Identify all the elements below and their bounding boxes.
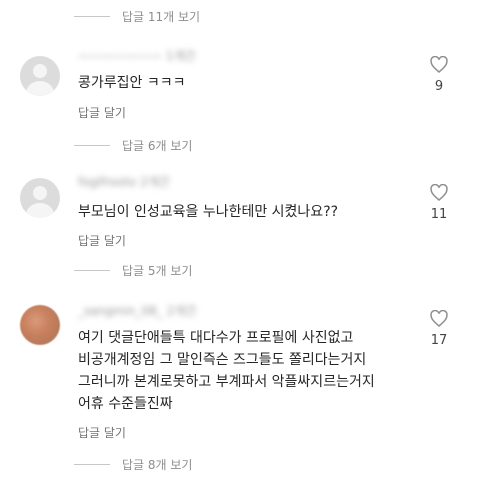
view-replies-label: 답글 6개 보기 [122,138,193,153]
reply-button[interactable]: 답글 달기 [78,424,126,441]
username[interactable]: ——————— 1개간 [78,47,196,63]
view-replies-label: 답글 5개 보기 [122,263,193,278]
replies-divider [74,463,110,465]
heart-icon [430,184,448,201]
comment-text: 여기 댓글단애들특 대다수가 프로필에 사진없고 비공개계정임 그 말인즉슨 즈… [78,330,375,412]
like-button[interactable]: 9 [424,56,454,94]
view-replies-button[interactable]: 답글 6개 보기 [74,135,192,155]
replies-divider [74,15,110,17]
heart-icon [430,56,448,73]
username[interactable]: _sangmin_08_ 2개간 [78,302,196,318]
reply-button[interactable]: 답글 달기 [78,104,126,121]
like-button[interactable]: 11 [424,184,454,222]
view-replies-label: 답글 11개 보기 [122,9,201,24]
like-count: 11 [430,207,448,222]
avatar[interactable] [20,305,60,345]
comment-text: 부모님이 인성교육을 누나한테만 시켰나요?? [78,204,339,220]
view-replies-label: 답글 8개 보기 [122,457,193,472]
avatar[interactable] [20,56,60,96]
like-count: 17 [430,333,448,348]
like-count: 9 [434,79,444,94]
view-replies-button[interactable]: 답글 5개 보기 [74,260,192,280]
username[interactable]: fogifrooto 2개간 [78,173,170,189]
avatar[interactable] [20,178,60,218]
heart-icon [430,310,448,327]
view-replies-button[interactable]: 답글 8개 보기 [74,454,192,474]
view-replies-button[interactable]: 답글 11개 보기 [74,6,200,26]
replies-divider [74,144,110,146]
comment-text: 콩가루집안 ㅋㅋㅋ [78,75,186,91]
replies-divider [74,269,110,271]
reply-button[interactable]: 답글 달기 [78,232,126,249]
like-button[interactable]: 17 [424,310,454,348]
